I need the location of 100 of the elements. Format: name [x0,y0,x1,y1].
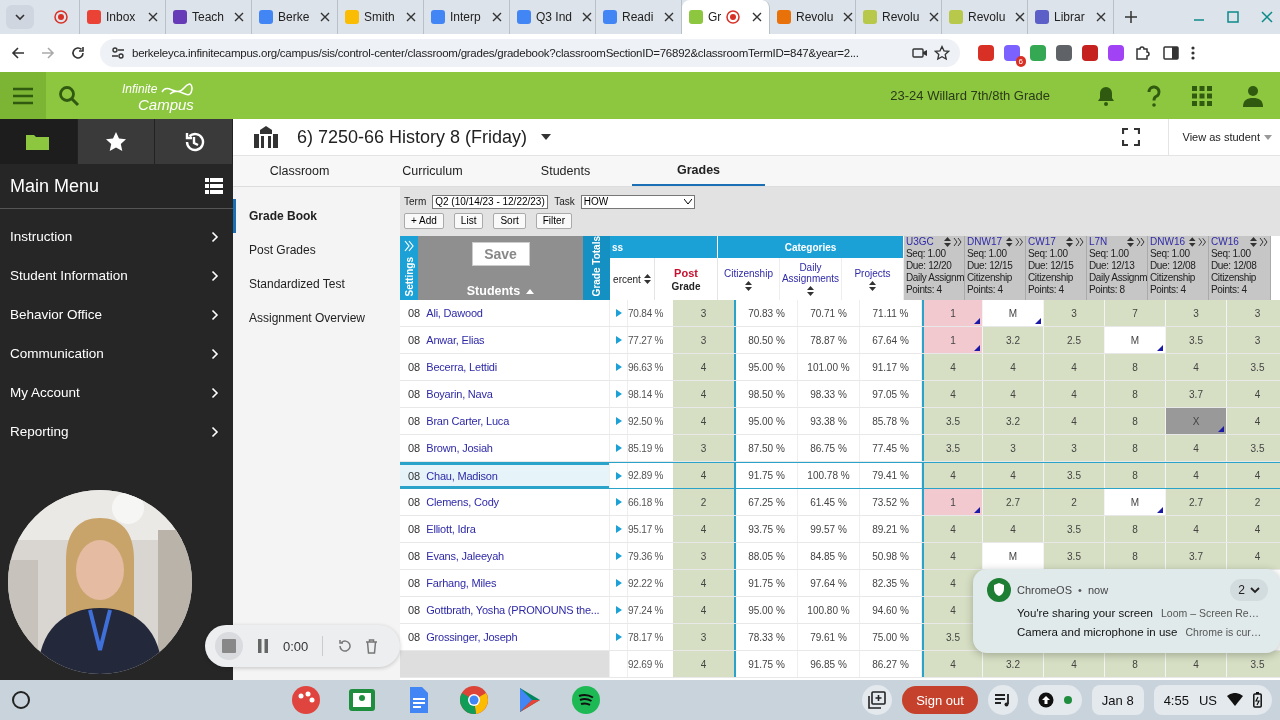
score-cell[interactable]: 4 [1166,516,1227,542]
score-cell[interactable]: 3 [1166,300,1227,326]
user-icon[interactable] [1243,84,1263,107]
score-cell[interactable]: 2 [1227,489,1280,515]
expand-icon[interactable] [1259,237,1268,247]
restart-icon[interactable] [337,639,352,653]
menu-item[interactable]: Instruction [0,217,233,256]
toolbar-button[interactable]: List [453,212,484,229]
student-name-cell[interactable]: 08 Chau, Madison [400,463,610,488]
close-icon[interactable] [752,12,762,22]
score-cell[interactable]: 4 [1227,516,1280,542]
score-cell[interactable]: 8 [1105,543,1166,569]
fullscreen-icon[interactable] [1121,128,1140,146]
score-cell[interactable]: 4 [922,354,983,380]
puzzle-icon[interactable] [1134,44,1152,62]
site-settings-icon[interactable] [110,45,126,61]
sort-icon[interactable] [1066,237,1073,247]
score-cell[interactable]: 3.5 [1044,543,1105,569]
search-icon[interactable] [58,84,80,107]
sort-icon[interactable] [1127,237,1134,247]
expand-arrow-icon[interactable] [615,417,622,425]
browser-app-icon[interactable] [459,685,490,715]
score-cell[interactable]: X [1166,408,1227,434]
extension-icon[interactable] [1082,45,1098,61]
help-icon[interactable] [1147,84,1161,107]
score-cell[interactable]: 4 [922,381,983,407]
side-panel-icon[interactable] [1162,44,1180,62]
view-as-dropdown[interactable]: View as student [1167,119,1280,155]
score-cell[interactable]: 3.5 [1044,463,1105,488]
assignment-link[interactable]: CW17 [1028,236,1056,248]
page-tab[interactable]: Curriculum [366,156,499,186]
subnav-item[interactable]: Post Grades [233,233,400,267]
expand-icon[interactable] [1014,237,1023,247]
expand-arrow-icon[interactable] [615,633,622,641]
term-select[interactable]: Q2 (10/14/23 - 12/22/23) [432,194,549,209]
sort-icon[interactable] [1006,237,1013,247]
tab-search-button[interactable] [6,5,34,29]
category-link[interactable]: Projects [854,267,891,279]
browser-tab[interactable]: Gr [682,0,770,34]
score-cell[interactable]: 4 [1044,381,1105,407]
score-cell[interactable]: 1 [922,327,983,353]
score-cell[interactable]: 4 [1166,463,1227,488]
score-cell[interactable]: 8 [1105,463,1166,488]
menu-item[interactable]: Student Information [0,256,233,295]
category-link[interactable]: Daily Assignments [780,262,841,284]
score-cell[interactable]: 3.2 [983,408,1044,434]
score-cell[interactable]: 4 [983,516,1044,542]
close-icon[interactable] [234,12,245,22]
address-field[interactable]: berkeleyca.infinitecampus.org/campus/sis/control-center/classroom/grades/gradebook?classroomSectionID=76892&classroomTermID=847&year=2... [100,39,960,67]
score-cell[interactable]: 3.7 [1166,381,1227,407]
new-tab-icon[interactable] [1124,10,1138,24]
media-controls-button[interactable] [987,685,1018,715]
close-icon[interactable] [929,12,940,22]
menu-item[interactable]: Reporting [0,412,233,451]
expand-arrow-icon[interactable] [615,336,622,344]
score-cell[interactable]: 4 [922,651,983,677]
expand-arrow-icon[interactable] [615,579,622,587]
score-cell[interactable]: 3 [1044,300,1105,326]
score-cell[interactable]: 3.5 [1044,516,1105,542]
trash-icon[interactable] [365,638,379,654]
student-link[interactable]: Evans, Jaleeyah [426,550,504,562]
close-icon[interactable] [664,12,674,22]
score-cell[interactable]: 7 [1105,300,1166,326]
close-icon[interactable] [582,12,593,22]
category-link[interactable]: Citizenship [724,267,773,279]
favorites-tab[interactable] [77,119,156,164]
list-view-icon[interactable] [205,178,223,194]
score-cell[interactable]: 4 [1166,435,1227,461]
sign-out-button[interactable]: Sign out [902,686,978,714]
expand-arrow-icon[interactable] [615,390,622,398]
expand-arrow-icon[interactable] [615,363,622,371]
expand-icon[interactable] [1136,237,1145,247]
score-cell[interactable]: 4 [1044,354,1105,380]
palette-app-icon[interactable] [291,685,322,715]
save-button[interactable]: Save [471,242,530,266]
status-area[interactable] [1027,685,1082,715]
score-cell[interactable]: 8 [1105,651,1166,677]
score-cell[interactable]: 1 [922,489,983,515]
student-link[interactable]: Anwar, Elias [426,334,485,346]
score-cell[interactable]: 3.5 [1227,354,1280,380]
bell-icon[interactable] [1096,84,1116,107]
score-cell[interactable]: 4 [983,354,1044,380]
sort-icon[interactable] [807,286,814,296]
notification-card[interactable]: ChromeOS • now 2 You're sharing your screen Loom – Screen Re… Camera and microphone in use Chrome is cur… [973,569,1280,653]
expand-arrow-icon[interactable] [615,444,622,452]
expand-icon[interactable] [953,237,962,247]
score-cell[interactable]: 3.7 [1166,543,1227,569]
more-menu-icon[interactable] [1190,44,1196,62]
score-cell[interactable]: 3 [983,435,1044,461]
pause-icon[interactable] [257,639,269,653]
extension-icon[interactable] [978,45,994,61]
expand-icon[interactable] [1075,237,1084,247]
score-cell[interactable]: 3.2 [983,651,1044,677]
score-cell[interactable]: 3.5 [1166,327,1227,353]
menu-item[interactable]: My Account [0,373,233,412]
score-cell[interactable]: 8 [1105,516,1166,542]
expand-arrow-icon[interactable] [615,471,622,480]
system-tray[interactable]: 4:55 US [1153,685,1272,715]
student-link[interactable]: Clemens, Cody [426,496,499,508]
score-cell[interactable]: 3.2 [983,327,1044,353]
